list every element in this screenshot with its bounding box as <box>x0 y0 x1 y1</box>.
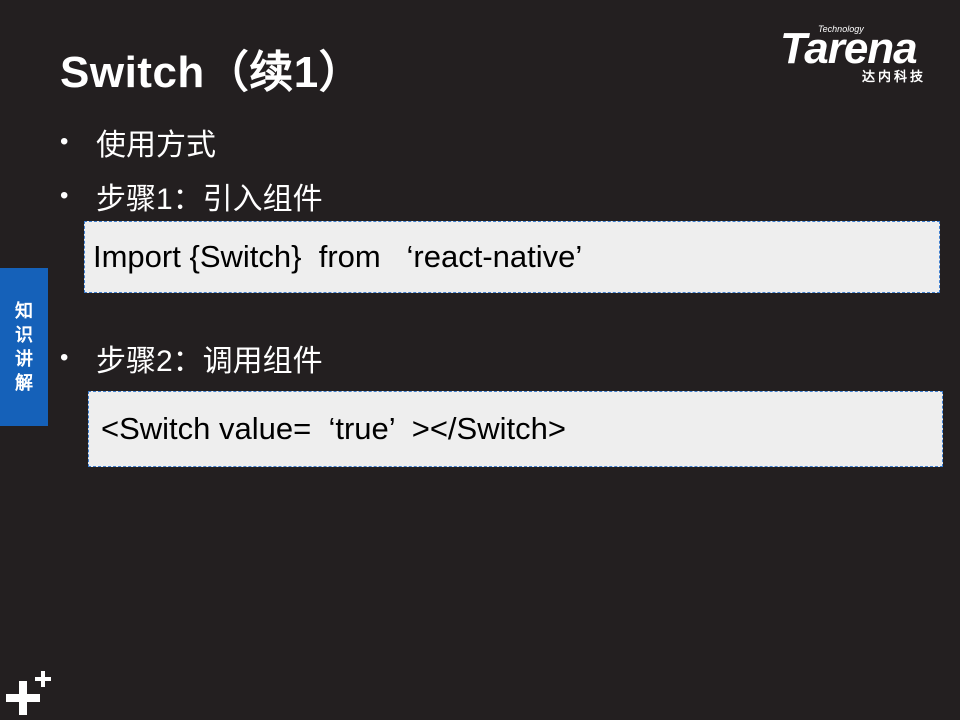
tarena-logo: Technology Tarena 达内科技 <box>778 20 948 84</box>
bullet-dot: • <box>60 128 69 155</box>
side-tab-char: 识 <box>15 325 33 345</box>
side-tab-knowledge: 知 识 讲 解 <box>0 268 48 426</box>
bullet-usage: • 使用方式 <box>60 120 216 164</box>
bullet-text: 使用方式 <box>96 129 216 162</box>
slide-title: Switch（续1） <box>60 48 364 97</box>
side-tab-char: 解 <box>15 373 33 393</box>
side-tab-char: 讲 <box>15 349 33 369</box>
bullet-dot: • <box>60 344 69 371</box>
bullet-text: 步骤2：调用组件 <box>96 345 323 378</box>
bullet-step1: • 步骤1：引入组件 <box>60 174 323 218</box>
side-tab-char: 知 <box>15 301 33 321</box>
bullet-dot: • <box>60 182 69 209</box>
bullet-text: 步骤1：引入组件 <box>96 183 323 216</box>
code-block-usage: <Switch value= ‘true’ ></Switch> <box>88 391 943 467</box>
bullet-step2: • 步骤2：调用组件 <box>60 336 323 380</box>
code-block-import: Import {Switch} from ‘react-native’ <box>84 221 940 293</box>
double-plus-icon <box>6 671 51 715</box>
logo-chinese: 达内科技 <box>862 69 927 84</box>
